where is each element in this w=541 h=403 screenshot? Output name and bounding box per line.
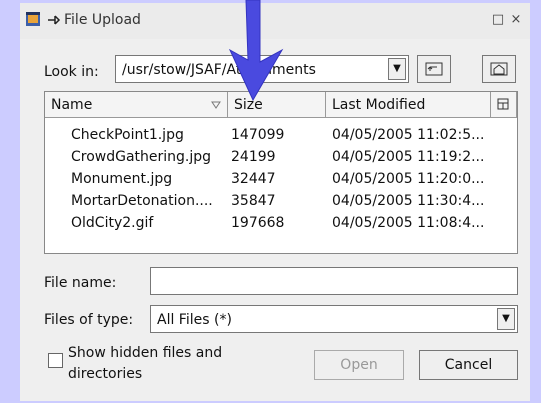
file-name-field[interactable] [150, 267, 518, 295]
show-hidden-label-line1: Show hidden files and [68, 345, 223, 361]
column-chooser-button[interactable] [491, 92, 517, 118]
home-folder-button[interactable] [482, 55, 516, 83]
pin-icon[interactable] [47, 13, 61, 27]
column-header-modified[interactable]: Last Modified [326, 92, 491, 118]
files-of-type-combo[interactable]: All Files (*) ▼ [150, 305, 518, 333]
show-hidden-label-line2: directories [68, 366, 143, 382]
home-icon [490, 62, 508, 76]
show-hidden-checkbox[interactable] [48, 353, 63, 368]
app-icon [26, 12, 40, 26]
files-of-type-value: All Files (*) [157, 312, 232, 328]
annotation-arrow-icon [228, 0, 284, 102]
up-folder-button[interactable] [417, 55, 451, 83]
window-title: File Upload [64, 12, 141, 28]
look-in-label: Look in: [44, 64, 99, 80]
maximize-icon[interactable]: □ [490, 12, 506, 28]
cancel-button[interactable]: Cancel [419, 350, 518, 380]
close-icon[interactable]: × [508, 12, 524, 28]
column-header-name[interactable]: Name [45, 92, 228, 118]
table-icon [497, 98, 509, 110]
chevron-down-icon[interactable]: ▼ [388, 58, 406, 80]
open-button[interactable]: Open [314, 350, 404, 380]
up-folder-icon [425, 62, 443, 76]
table-row[interactable]: MortarDetonation.... 35847 04/05/2005 11… [45, 190, 517, 212]
table-row[interactable]: Monument.jpg 32447 04/05/2005 11:20:0... [45, 168, 517, 190]
table-row[interactable]: OldCity2.gif 197668 04/05/2005 11:08:4..… [45, 212, 517, 234]
chevron-down-icon[interactable]: ▼ [497, 308, 515, 330]
file-name-label: File name: [44, 275, 117, 291]
files-of-type-label: Files of type: [44, 312, 134, 328]
